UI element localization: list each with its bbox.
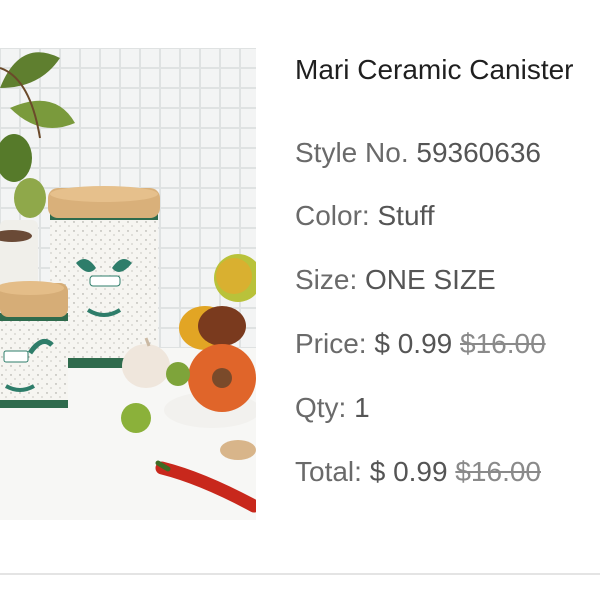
size-label: Size: bbox=[295, 264, 358, 295]
size-value: ONE SIZE bbox=[365, 264, 496, 295]
product-photo bbox=[0, 48, 256, 520]
price-original: $16.00 bbox=[460, 328, 546, 359]
total-row: Total: $ 0.99 $16.00 bbox=[295, 456, 541, 488]
short-canister bbox=[0, 281, 68, 408]
color-label: Color: bbox=[295, 200, 370, 231]
product-details: Mari Ceramic Canister Style No. 59360636… bbox=[295, 0, 600, 520]
size-row: Size: ONE SIZE bbox=[295, 264, 496, 296]
product-image[interactable] bbox=[0, 48, 256, 520]
style-row: Style No. 59360636 bbox=[295, 137, 541, 169]
color-value: Stuff bbox=[377, 200, 435, 231]
qty-label: Qty: bbox=[295, 392, 347, 423]
qty-value: 1 bbox=[354, 392, 370, 423]
product-title[interactable]: Mari Ceramic Canister bbox=[295, 54, 574, 86]
qty-row: Qty: 1 bbox=[295, 392, 370, 424]
price-value: $ 0.99 bbox=[374, 328, 453, 359]
section-divider bbox=[0, 573, 600, 575]
color-row: Color: Stuff bbox=[295, 200, 435, 232]
total-original: $16.00 bbox=[455, 456, 541, 487]
total-value: $ 0.99 bbox=[369, 456, 448, 487]
price-label: Price: bbox=[295, 328, 367, 359]
total-label: Total: bbox=[295, 456, 362, 487]
style-value: 59360636 bbox=[416, 137, 541, 168]
price-row: Price: $ 0.99 $16.00 bbox=[295, 328, 546, 360]
style-label: Style No. bbox=[295, 137, 409, 168]
